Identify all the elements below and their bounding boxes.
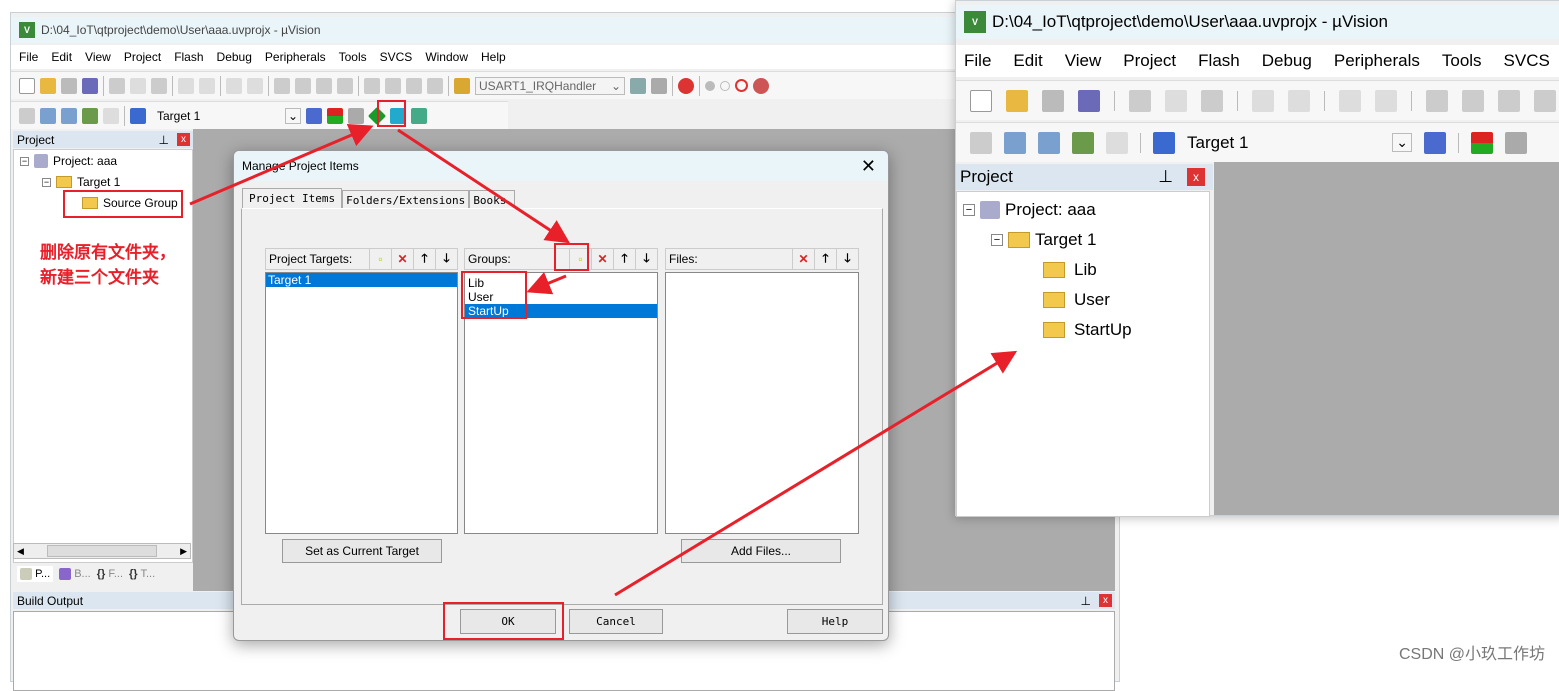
annotation-arrows [189,124,1018,597]
watermark: CSDN @小玖工作坊 [1398,646,1545,663]
arrow [614,350,1018,597]
arrow [189,124,374,206]
arrow [526,272,567,295]
arrow [397,128,571,244]
